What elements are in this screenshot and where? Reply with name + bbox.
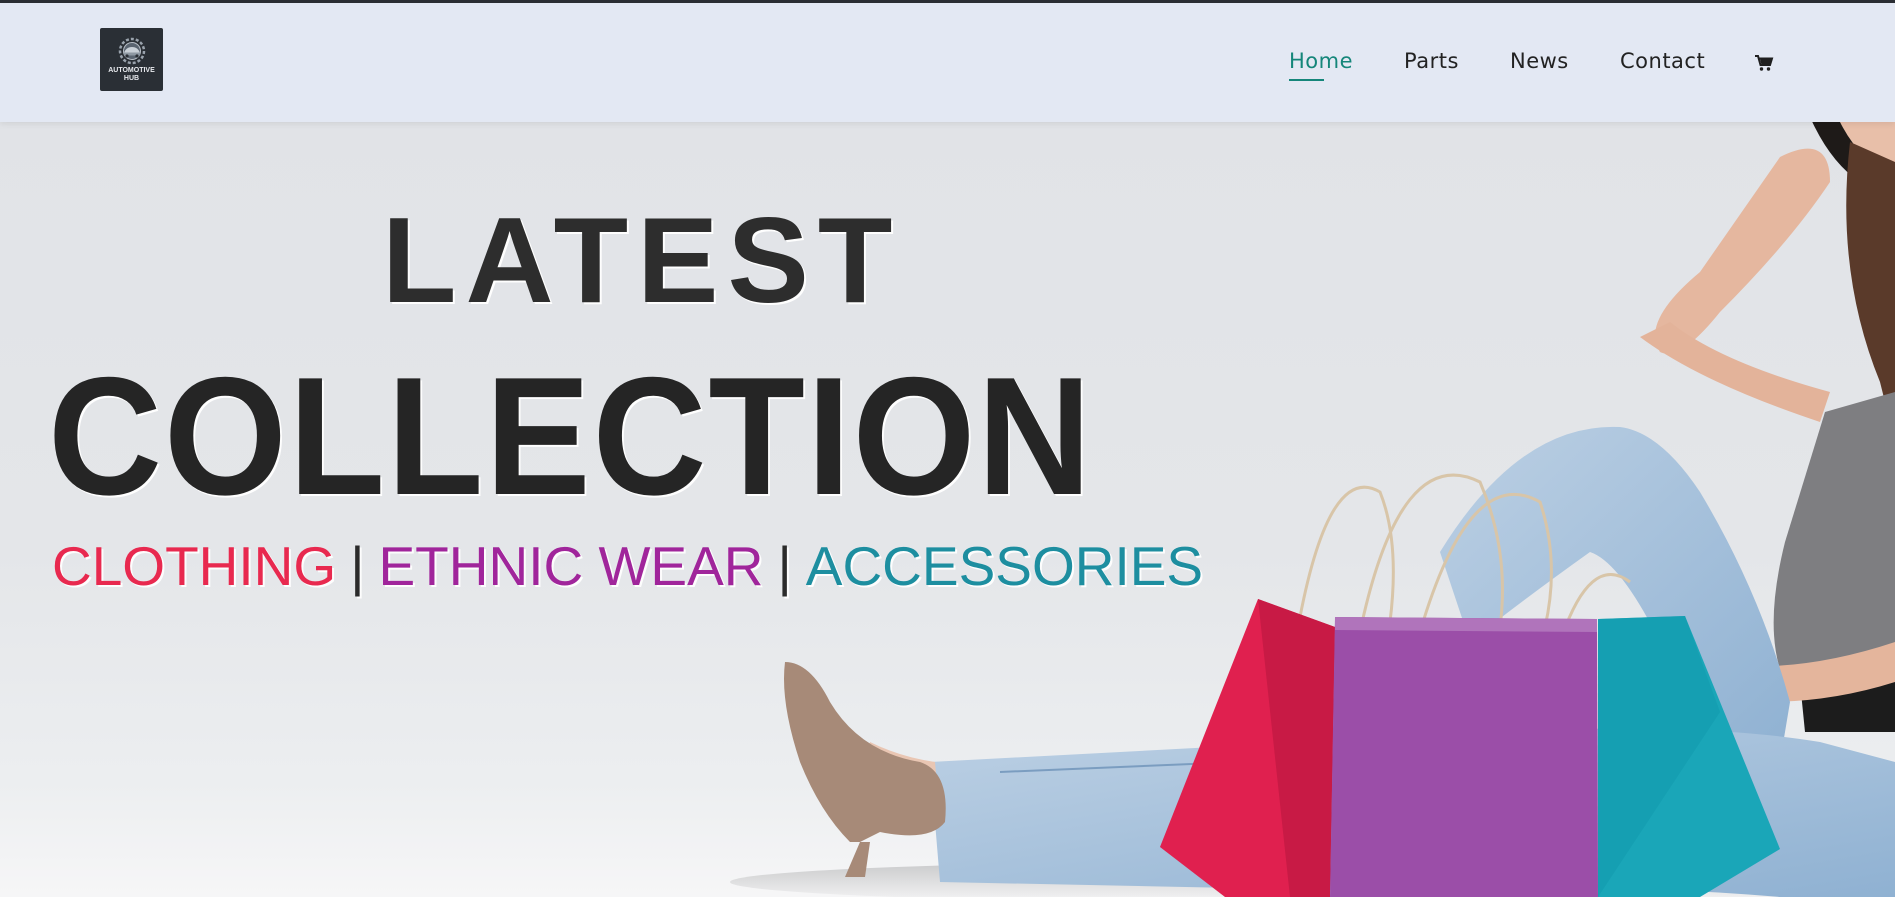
hero-tagline: CLOTHING | ETHNIC WEAR | ACCESSORIES [52, 534, 1203, 598]
nav-home[interactable]: Home [1289, 49, 1353, 73]
top-shirt [1773, 392, 1895, 692]
logo-text-top: AUTOMOTIVE [108, 66, 155, 74]
tag-separator-2: | [777, 535, 792, 597]
hero-title-collection: COLLECTION [48, 342, 1094, 530]
hero-banner[interactable]: LATEST COLLECTION CLOTHING | ETHNIC WEAR | A… [0, 122, 1895, 897]
hero-title-latest: LATEST [382, 192, 902, 328]
bag-handle-pink [1298, 485, 1395, 623]
cart-icon[interactable] [1753, 53, 1775, 73]
logo-text-bottom: HUB [123, 74, 140, 82]
site-logo[interactable]: AUTOMOTIVE HUB [100, 28, 163, 91]
page-bottom [0, 897, 1895, 911]
nav-parts[interactable]: Parts [1404, 49, 1459, 73]
purple-shopping-bag [1330, 617, 1598, 897]
tag-clothing: CLOTHING [52, 535, 337, 597]
nav-home-underline [1289, 79, 1324, 81]
tag-separator-1: | [350, 535, 365, 597]
nav-contact[interactable]: Contact [1620, 49, 1705, 73]
nav-news[interactable]: News [1510, 49, 1569, 73]
navbar: AUTOMOTIVE HUB Home Parts News Contact [0, 3, 1895, 122]
high-heel-shoe [784, 662, 946, 877]
tag-ethnic-wear: ETHNIC WEAR [378, 535, 764, 597]
tag-accessories: ACCESSORIES [805, 535, 1204, 597]
gear-car-logo-icon [118, 37, 145, 64]
raised-arm [1655, 148, 1830, 354]
upper-arm [1640, 322, 1830, 422]
